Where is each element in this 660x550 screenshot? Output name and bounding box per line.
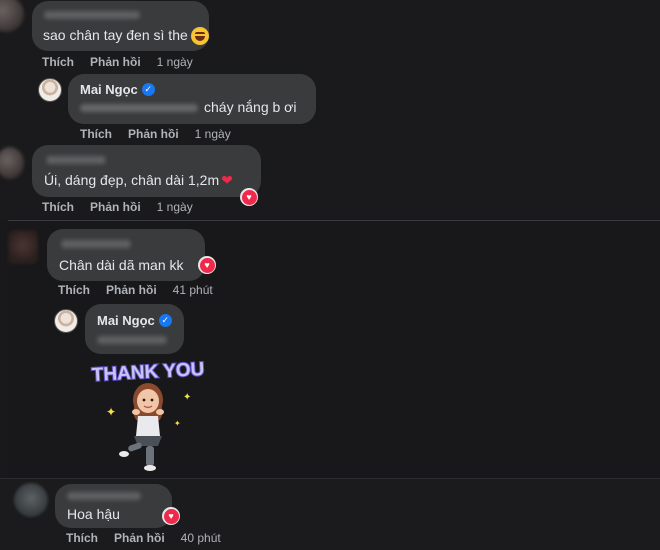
heart-reaction-icon[interactable]: ♥ bbox=[198, 256, 216, 274]
reply-author[interactable]: Mai Ngọc ✓ bbox=[97, 313, 172, 328]
comment-text-wrap: Úi, dáng đẹp, chân dài 1,2m ❤ bbox=[44, 172, 233, 189]
author-name[interactable]: Mai Ngọc bbox=[80, 82, 138, 97]
commenter-avatar[interactable] bbox=[8, 230, 38, 264]
verified-badge-icon: ✓ bbox=[158, 314, 172, 327]
reply-button[interactable]: Phản hồi bbox=[90, 55, 141, 69]
comment-actions: Thích Phản hồi 40 phút bbox=[66, 531, 221, 545]
comment-timestamp[interactable]: 41 phút bbox=[173, 283, 213, 297]
sparkle-icon: ✦ bbox=[106, 405, 116, 419]
reply-timestamp[interactable]: 1 ngày bbox=[195, 127, 231, 141]
sticker-caption: THANK YOU bbox=[91, 359, 205, 386]
author-name[interactable]: Mai Ngọc bbox=[97, 313, 155, 328]
comment-bubble: Chân dài dã man kk bbox=[47, 229, 205, 281]
red-heart-emoji-icon: ❤ bbox=[221, 172, 233, 188]
reply-bubble: Mai Ngọc ✓ cháy nắng b ơi bbox=[68, 74, 316, 124]
commenter-name-redacted bbox=[44, 11, 140, 19]
comment-bubble: Úi, dáng đẹp, chân dài 1,2m ❤ bbox=[32, 145, 261, 197]
verified-badge-icon: ✓ bbox=[141, 83, 155, 96]
comment-actions: Thích Phản hồi 41 phút bbox=[58, 283, 213, 297]
comment-text: Hoa hậu bbox=[67, 506, 120, 522]
reply-text-wrap: cháy nắng b ơi bbox=[80, 99, 296, 115]
reply-button[interactable]: Phản hồi bbox=[90, 200, 141, 214]
reply-text: cháy nắng b ơi bbox=[204, 99, 297, 115]
author-avatar[interactable] bbox=[38, 78, 62, 102]
comment-text: Chân dài dã man kk bbox=[59, 257, 184, 273]
like-button[interactable]: Thích bbox=[58, 283, 90, 297]
commenter-name-redacted bbox=[67, 492, 141, 500]
like-button[interactable]: Thích bbox=[42, 200, 74, 214]
comment-bubble: Hoa hậu bbox=[55, 484, 172, 528]
comment-text-wrap: sao chân tay đen sì the bbox=[43, 27, 209, 46]
comment-text: Úi, dáng đẹp, chân dài 1,2m bbox=[44, 172, 220, 188]
like-button[interactable]: Thích bbox=[42, 55, 74, 69]
comment-timestamp[interactable]: 1 ngày bbox=[157, 55, 193, 69]
laughing-emoji-icon bbox=[190, 27, 209, 46]
commenter-avatar[interactable] bbox=[14, 483, 48, 517]
comment-timestamp[interactable]: 1 ngày bbox=[157, 200, 193, 214]
reply-author[interactable]: Mai Ngọc ✓ bbox=[80, 82, 155, 97]
like-button[interactable]: Thích bbox=[80, 127, 112, 141]
comment-text: sao chân tay đen sì the bbox=[43, 27, 188, 43]
comment-bubble: sao chân tay đen sì the bbox=[32, 1, 209, 51]
thank-you-sticker[interactable]: THANK YOU ✦ ✦ ✦ bbox=[88, 356, 208, 474]
comment-timestamp[interactable]: 40 phút bbox=[181, 531, 221, 545]
reply-button[interactable]: Phản hồi bbox=[114, 531, 165, 545]
comment-actions: Thích Phản hồi 1 ngày bbox=[42, 55, 193, 69]
mention-redacted bbox=[97, 336, 167, 344]
heart-reaction-icon[interactable]: ♥ bbox=[240, 188, 258, 206]
commenter-name-redacted bbox=[61, 240, 131, 248]
author-avatar[interactable] bbox=[54, 309, 78, 333]
reply-actions: Thích Phản hồi 1 ngày bbox=[80, 127, 231, 141]
sparkle-icon: ✦ bbox=[183, 392, 191, 403]
commenter-name-redacted bbox=[46, 156, 106, 164]
comment-actions: Thích Phản hồi 1 ngày bbox=[42, 200, 193, 214]
sparkle-icon: ✦ bbox=[174, 419, 181, 428]
reply-button[interactable]: Phản hồi bbox=[106, 283, 157, 297]
like-button[interactable]: Thích bbox=[66, 531, 98, 545]
mention-redacted bbox=[80, 104, 198, 113]
reply-button[interactable]: Phản hồi bbox=[128, 127, 179, 141]
reply-bubble: Mai Ngọc ✓ bbox=[85, 304, 184, 354]
heart-reaction-icon[interactable]: ♥ bbox=[162, 507, 180, 525]
